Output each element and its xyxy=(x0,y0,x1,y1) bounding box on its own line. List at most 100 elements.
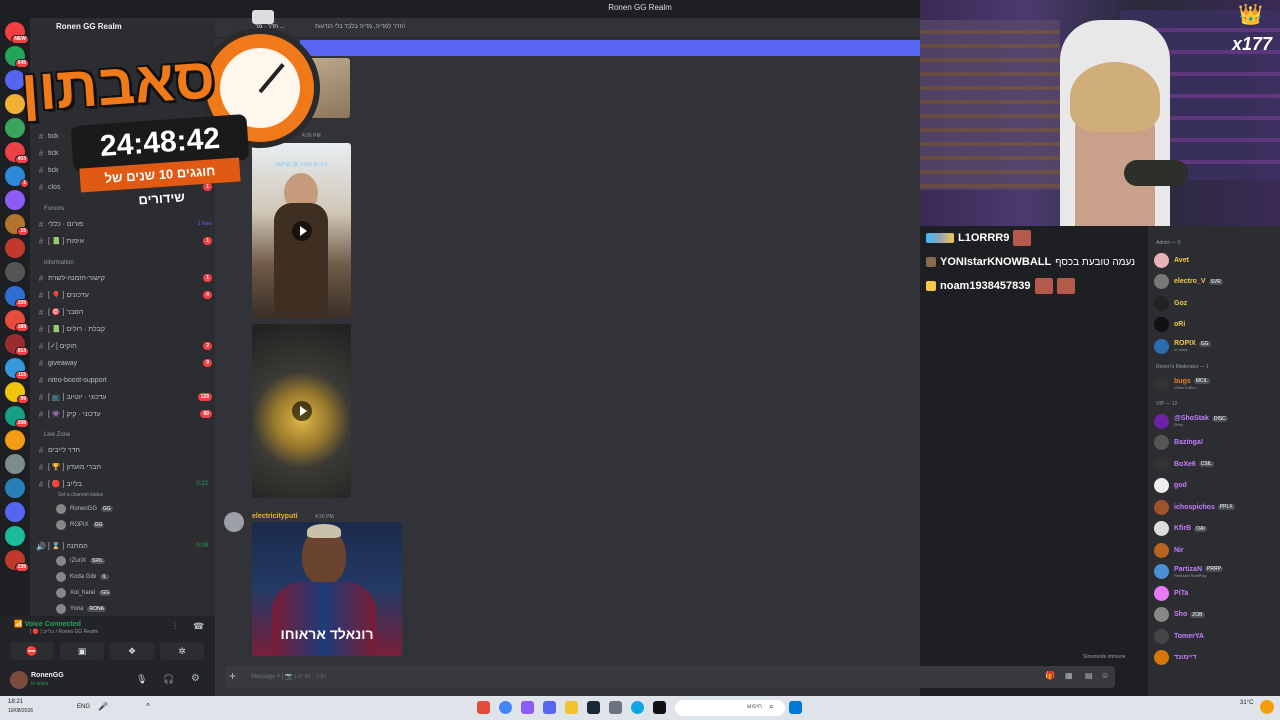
member-item[interactable]: Goz xyxy=(1154,293,1276,313)
server-icon[interactable]: 188 xyxy=(5,310,29,332)
channel-item[interactable]: #[ 🎈 ] עדכונים 4 xyxy=(34,287,212,303)
voice-channel-waiting[interactable]: 🔊 [ ⌛ ] המתנה 0:09 xyxy=(34,538,212,554)
category-information[interactable]: information xyxy=(44,260,74,266)
play-icon[interactable] xyxy=(291,401,312,421)
image-attachment[interactable]: רונאלד אראוחו xyxy=(252,522,402,656)
message-author-avatar[interactable] xyxy=(224,512,244,532)
chrome-icon[interactable] xyxy=(499,701,512,714)
member-item[interactable]: Nir xyxy=(1154,540,1276,560)
chevron-up-icon[interactable]: ^ xyxy=(146,702,150,711)
add-attachment-icon[interactable]: + xyxy=(229,669,236,683)
gif-icon[interactable]: ▦ xyxy=(1065,671,1073,680)
channel-item[interactable]: # [✓] חוקים 2 xyxy=(34,338,212,354)
video-attachment-2[interactable] xyxy=(252,324,351,498)
voice-user[interactable]: Koda Gibi IL xyxy=(56,570,109,584)
emoji-icon[interactable]: ☺ xyxy=(1101,671,1109,680)
member-item[interactable]: דיימונד xyxy=(1154,648,1276,668)
server-icon[interactable] xyxy=(5,454,25,474)
channel-item[interactable]: # קישור-הזמנה-לשרת 1 xyxy=(34,270,212,286)
app-icon-gray[interactable] xyxy=(609,701,622,714)
server-icon[interactable]: 208 xyxy=(5,406,29,428)
message-input[interactable]: Message # | 📷 | חדר · מדיה xyxy=(251,673,326,680)
server-icon[interactable] xyxy=(5,238,25,258)
microphone-icon[interactable]: 🎙 xyxy=(136,674,147,685)
server-icon[interactable] xyxy=(5,478,25,498)
channel-item[interactable]: # nitro-boost-support xyxy=(34,372,212,388)
member-item[interactable]: oRi xyxy=(1154,315,1276,335)
disconnect-icon[interactable]: ☎ xyxy=(193,621,204,632)
member-item[interactable]: PartizaN PRRP PartizaN RolePlay xyxy=(1154,562,1276,582)
voice-user[interactable]: ROPIX GG xyxy=(56,518,105,532)
microphone-tray-icon[interactable]: 🎤 xyxy=(98,702,108,711)
steam-icon[interactable] xyxy=(587,701,600,714)
clock-date[interactable]: 10/08/2026 xyxy=(8,708,33,714)
member-item[interactable]: TomerYA xyxy=(1154,626,1276,646)
server-icon[interactable] xyxy=(5,430,25,450)
camera-button[interactable]: ⛔ xyxy=(10,642,54,660)
member-item[interactable]: god xyxy=(1154,476,1276,496)
category-live-zone[interactable]: Live Zone xyxy=(44,432,70,438)
sticker-icon[interactable]: ▤ xyxy=(1085,671,1093,680)
channel-item[interactable]: # חדר לייבים xyxy=(34,442,212,458)
member-item[interactable]: Bazinga! xyxy=(1154,433,1276,453)
message-composer[interactable]: + Message # | 📷 | חדר · מדיה 🎁 ▦ ▤ ☺ xyxy=(225,666,1115,688)
member-item[interactable]: KfirB OAI xyxy=(1154,519,1276,539)
clock-time[interactable]: 18:21 xyxy=(8,699,23,705)
server-icon[interactable]: 15 xyxy=(5,214,29,236)
voice-user[interactable]: Yona RONA xyxy=(56,602,106,616)
soundboard-button[interactable]: ✲ xyxy=(160,642,204,660)
gift-icon[interactable]: 🎁 xyxy=(1045,671,1055,680)
activities-button[interactable]: ❖ xyxy=(110,642,154,660)
headphones-icon[interactable]: 🎧 xyxy=(163,674,174,685)
voice-user[interactable]: !ZuriX SRIL xyxy=(56,554,106,568)
voice-user[interactable]: Xol_harel GG xyxy=(56,586,112,600)
taskbar-search[interactable]: חיפוש ⌕ xyxy=(675,700,785,716)
server-icon[interactable] xyxy=(5,526,25,546)
server-icon[interactable]: 159 xyxy=(5,286,29,308)
voice-location[interactable]: [ 🔴 ] בלייב / Ronen GG Realm xyxy=(30,629,98,635)
play-icon[interactable] xyxy=(291,220,312,241)
edge-icon[interactable] xyxy=(631,701,644,714)
member-item[interactable]: PiTa xyxy=(1154,583,1276,603)
member-item[interactable]: electro_V SVR xyxy=(1154,272,1276,292)
server-icon[interactable]: 99 xyxy=(5,382,29,404)
channel-item[interactable]: # פורום · כללי 1 New xyxy=(34,216,212,232)
message-author[interactable]: electricityputi xyxy=(252,513,298,520)
member-item[interactable]: ichospichos PPLX xyxy=(1154,497,1276,517)
member-item[interactable]: ROPIX GG In voice xyxy=(1154,336,1276,356)
member-item[interactable]: @ShoStak DISC 2Key xyxy=(1154,411,1276,431)
avatar[interactable] xyxy=(10,671,28,689)
channel-status[interactable]: Set a channel status xyxy=(58,492,103,498)
server-icon[interactable] xyxy=(5,502,25,522)
windows-start-icon[interactable] xyxy=(789,701,802,714)
noise-suppression-icon[interactable]: ⫶ xyxy=(174,622,176,632)
weather-temp[interactable]: 31°C xyxy=(1240,700,1253,706)
notice-banner[interactable] xyxy=(300,40,920,56)
member-item[interactable]: Avet xyxy=(1154,250,1276,270)
channel-item[interactable]: #[ 👾 ] עדכוני · קיק 89 xyxy=(34,406,212,422)
channel-item[interactable]: #[ 📺 ] עדכוני · יוטיוב 129 xyxy=(34,389,212,405)
server-icon[interactable] xyxy=(5,262,25,282)
server-icon[interactable]: 913 xyxy=(5,334,29,356)
voice-user[interactable]: RonenGG GG xyxy=(56,502,113,516)
terminal-icon[interactable] xyxy=(653,701,666,714)
server-icon[interactable]: 239 xyxy=(5,550,29,572)
weather-icon[interactable] xyxy=(1260,700,1274,714)
channel-item[interactable]: #[ 🏆 ] חברי מועדון xyxy=(34,459,212,475)
discord-icon[interactable] xyxy=(543,701,556,714)
channel-item[interactable]: #[ 🎯 ] הסבר xyxy=(34,304,212,320)
channel-item[interactable]: #[ 📗 ] קבלת · רולים xyxy=(34,321,212,337)
app-icon-purple[interactable] xyxy=(521,701,534,714)
member-item[interactable]: BoXe6 CSIL xyxy=(1154,454,1276,474)
app-icon-red[interactable] xyxy=(477,701,490,714)
file-explorer-icon[interactable] xyxy=(565,701,578,714)
settings-gear-icon[interactable]: ⚙ xyxy=(191,673,200,684)
channel-item[interactable]: #[ 🔴 ] בלייב 0:22 xyxy=(34,476,212,492)
server-icon[interactable]: 115 xyxy=(5,358,29,380)
channel-item[interactable]: #[ 📗 ] אימות 1 xyxy=(34,233,212,249)
channel-item[interactable]: # giveaway 9 xyxy=(34,355,212,371)
category-forums[interactable]: Forums xyxy=(44,206,64,212)
screen-share-button[interactable]: ▣ xyxy=(60,642,104,660)
member-item[interactable]: Sho ZOB xyxy=(1154,605,1276,625)
member-item[interactable]: bugs MCIL Video Editor... xyxy=(1154,374,1276,394)
